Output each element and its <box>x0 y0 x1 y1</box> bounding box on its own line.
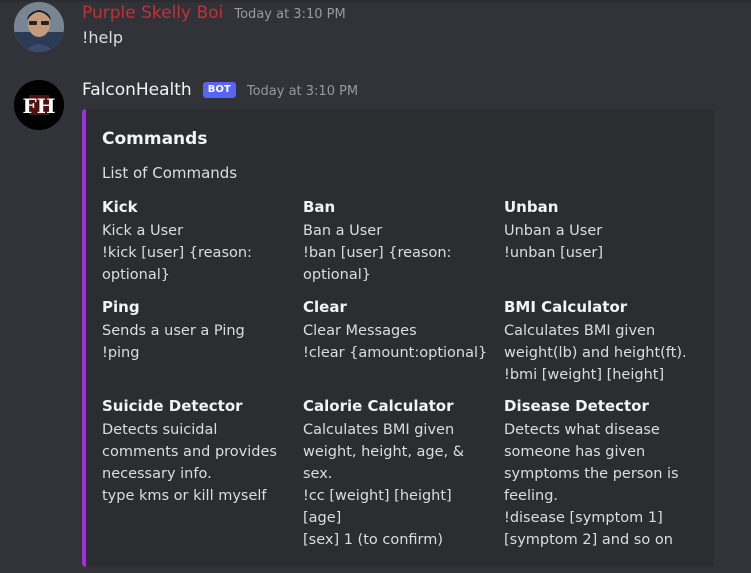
bot-avatar[interactable]: FH <box>14 80 64 130</box>
bot-badge: BOT <box>202 82 236 98</box>
svg-text:FH: FH <box>22 94 55 118</box>
message-header: Purple Skelly Boi Today at 3:10 PM <box>82 3 346 23</box>
embed: Commands List of Commands Kick Kick a Us… <box>82 109 714 567</box>
timestamp: Today at 3:10 PM <box>234 7 346 22</box>
field-value: Kick a User !kick [user] {reason: option… <box>102 223 252 283</box>
field-value: Calculates BMI given weight, height, age… <box>303 422 465 548</box>
field-name: BMI Calculator <box>504 298 628 316</box>
timestamp: Today at 3:10 PM <box>246 84 359 99</box>
message-bot: FH FalconHealth BOT Today at 3:10 PM Com… <box>0 78 751 573</box>
field-value: Clear Messages !clear {amount:optional} <box>303 323 488 361</box>
embed-field-disease-detector: Disease Detector Detects what disease so… <box>504 396 694 551</box>
embed-field-clear: Clear Clear Messages !clear {amount:opti… <box>303 297 493 364</box>
field-value: Detects suicidal comments and provides n… <box>102 422 277 504</box>
message-user: Purple Skelly Boi Today at 3:10 PM !help <box>0 0 751 60</box>
embed-field-suicide-detector: Suicide Detector Detects suicidal commen… <box>102 396 292 507</box>
field-value: Sends a user a Ping !ping <box>102 323 245 361</box>
embed-description: List of Commands <box>102 164 238 182</box>
embed-title: Commands <box>102 129 208 149</box>
field-value: Ban a User !ban [user] {reason: optional… <box>303 223 452 283</box>
embed-field-unban: Unban Unban a User !unban [user] <box>504 197 694 264</box>
field-value: Detects what disease someone has given s… <box>504 422 679 548</box>
embed-field-kick: Kick Kick a User !kick [user] {reason: o… <box>102 197 292 286</box>
username[interactable]: Purple Skelly Boi <box>82 3 223 23</box>
field-value: Calculates BMI given weight(lb) and heig… <box>504 323 687 383</box>
field-name: Ban <box>303 198 336 216</box>
field-name: Suicide Detector <box>102 397 243 415</box>
embed-field-ban: Ban Ban a User !ban [user] {reason: opti… <box>303 197 493 286</box>
embed-field-ping: Ping Sends a user a Ping !ping <box>102 297 292 364</box>
field-name: Calorie Calculator <box>303 397 454 415</box>
embed-field-calorie-calculator: Calorie Calculator Calculates BMI given … <box>303 396 493 551</box>
bot-username[interactable]: FalconHealth <box>82 80 192 100</box>
field-name: Disease Detector <box>504 397 649 415</box>
field-name: Ping <box>102 298 140 316</box>
field-name: Kick <box>102 198 138 216</box>
message-header: FalconHealth BOT Today at 3:10 PM <box>82 80 358 100</box>
embed-field-bmi-calculator: BMI Calculator Calculates BMI given weig… <box>504 297 694 386</box>
field-name: Clear <box>303 298 347 316</box>
message-content: !help <box>82 28 123 47</box>
field-value: Unban a User !unban [user] <box>504 223 604 261</box>
user-avatar[interactable] <box>14 2 64 52</box>
field-name: Unban <box>504 198 559 216</box>
